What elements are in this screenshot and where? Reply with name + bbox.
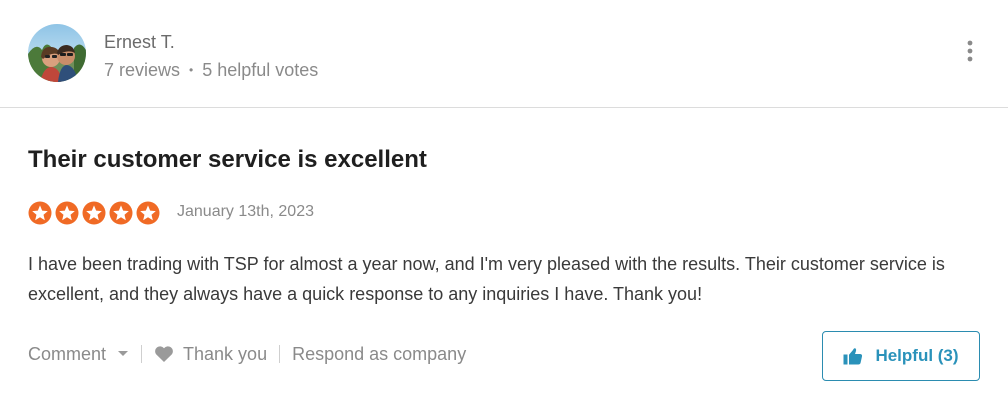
respond-label: Respond as company	[292, 343, 467, 364]
star-icon	[55, 201, 79, 225]
helpful-label: Helpful (3)	[875, 346, 959, 365]
chevron-down-icon	[118, 351, 129, 356]
action-divider	[279, 345, 281, 363]
reviewer-name[interactable]: Ernest T.	[104, 32, 175, 53]
star-icon	[28, 201, 52, 225]
review-count: 7 reviews	[104, 60, 181, 80]
action-divider	[141, 345, 143, 363]
star-icon	[109, 201, 133, 225]
thumbs-up-icon	[843, 348, 863, 365]
comment-label: Comment	[28, 343, 107, 364]
star-icon	[82, 201, 106, 225]
heart-icon	[155, 346, 173, 362]
kebab-menu-icon[interactable]	[958, 38, 982, 64]
star-rating	[28, 201, 160, 225]
respond-as-company-link[interactable]: Respond as company	[292, 344, 466, 365]
review-actions: Comment Thank you Respond as company	[28, 342, 466, 366]
comment-button[interactable]: Comment	[28, 344, 129, 365]
reviewer-meta: 7 reviews • 5 helpful votes	[104, 60, 318, 81]
avatar[interactable]	[28, 24, 86, 82]
helpful-button[interactable]: Helpful (3)	[822, 331, 980, 381]
star-icon	[136, 201, 160, 225]
thank-you-label: Thank you	[183, 343, 268, 364]
reviewer-header: Ernest T. 7 reviews • 5 helpful votes	[0, 0, 1008, 108]
review-date: January 13th, 2023	[177, 203, 314, 220]
meta-separator: •	[189, 63, 194, 77]
thank-you-button[interactable]: Thank you	[154, 344, 267, 365]
helpful-votes-count: 5 helpful votes	[202, 60, 319, 80]
review-body: I have been trading with TSP for almost …	[28, 254, 945, 304]
review-title: Their customer service is excellent	[28, 146, 427, 173]
